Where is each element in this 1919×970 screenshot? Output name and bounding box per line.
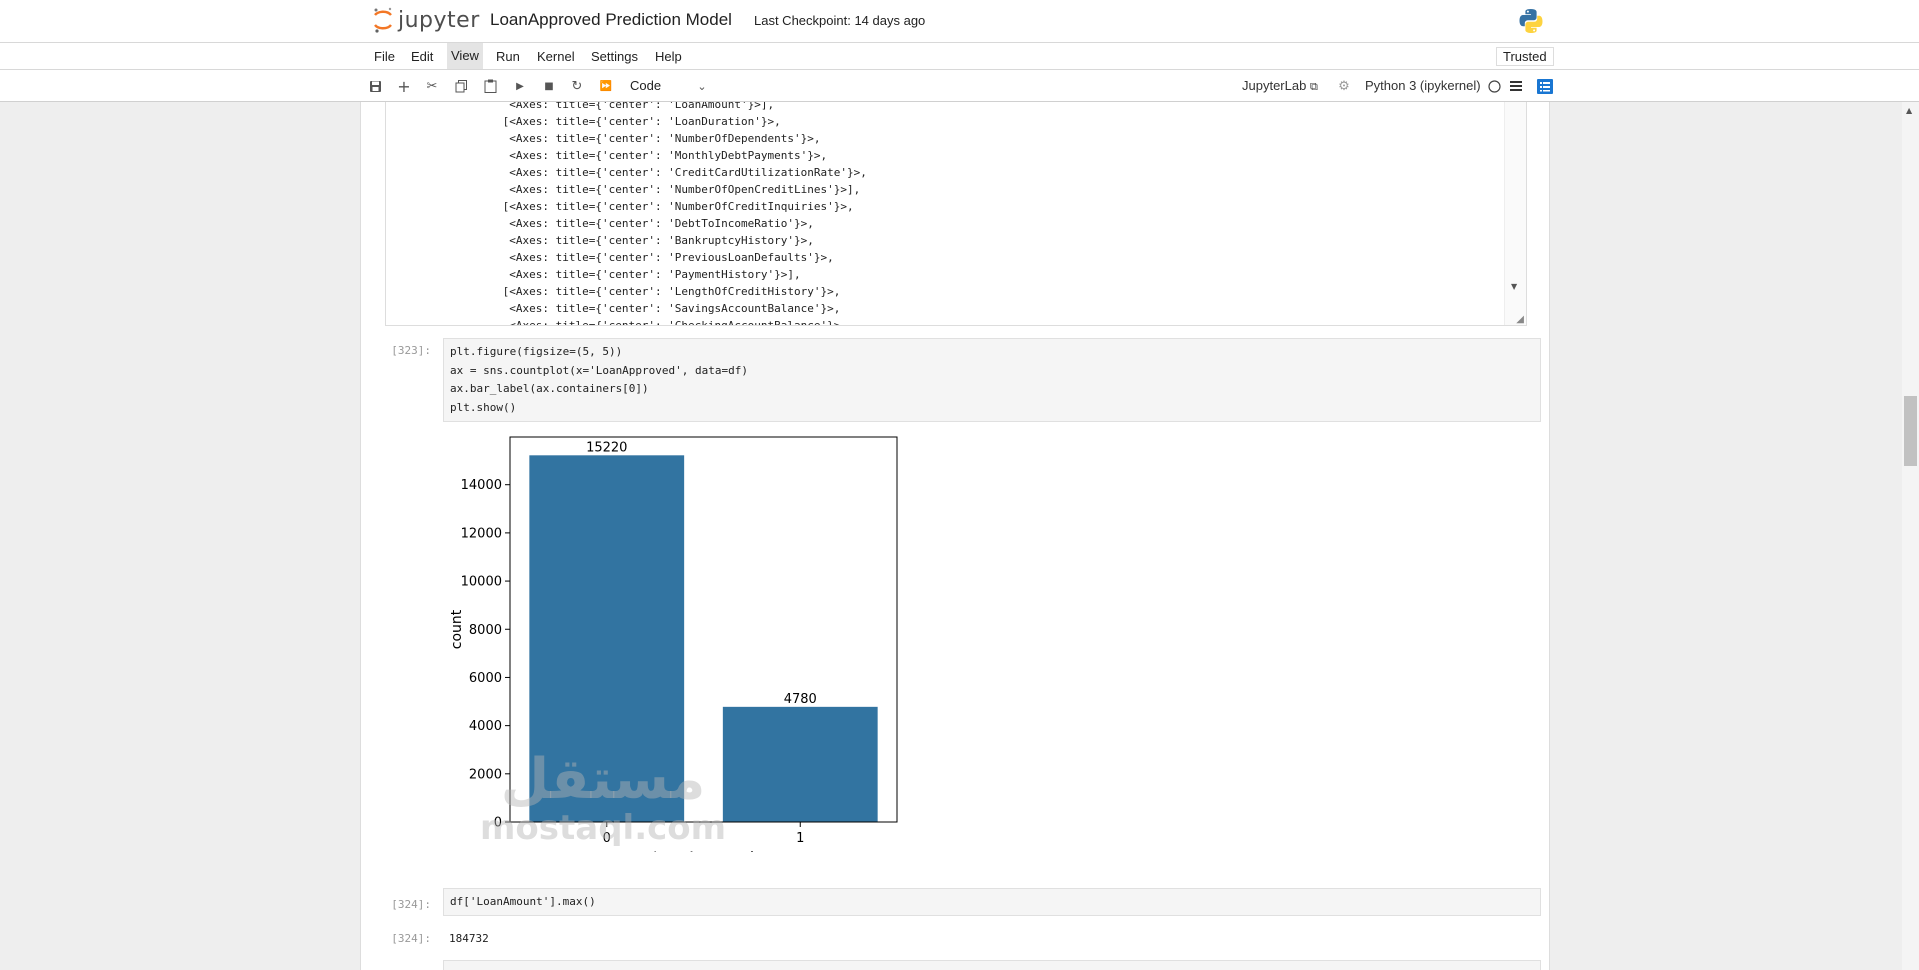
menu-lines-icon[interactable] [1508, 78, 1524, 94]
bar-data-label: 4780 [784, 692, 817, 707]
menu-file[interactable]: File [370, 49, 399, 64]
kernel-status-idle-icon [1486, 78, 1502, 94]
output-line: <Axes: title={'center': 'BankruptcyHisto… [496, 234, 814, 247]
logo-text: jupyter [398, 7, 480, 33]
y-tick-label: 4000 [469, 719, 502, 734]
y-tick-label: 8000 [469, 623, 502, 638]
jupyter-logo-icon [374, 7, 392, 33]
cell-prompt: [324]: [391, 898, 431, 911]
add-cell-icon[interactable]: + [396, 77, 412, 96]
scroll-down-arrow-icon[interactable]: ▼ [1511, 282, 1517, 291]
page-scrollbar[interactable]: ▲ [1902, 102, 1919, 970]
copy-icon[interactable] [453, 78, 469, 94]
menu-bar: File Edit View Run Kernel Settings Help … [0, 42, 1919, 70]
output-scrollbar[interactable]: ▼ [1504, 102, 1526, 325]
scrolled-output[interactable]: <Axes: title={'center': 'LoanAmount'}>],… [385, 102, 1527, 326]
output-line: <Axes: title={'center': 'CheckingAccount… [496, 319, 847, 326]
cell-output: 184732 [449, 932, 489, 945]
resize-handle-icon[interactable]: ◢ [1516, 314, 1524, 325]
chevron-down-icon[interactable]: ⌄ [694, 78, 710, 94]
output-line: [<Axes: title={'center': 'LoanDuration'}… [496, 115, 781, 128]
output-prompt: [324]: [391, 932, 431, 945]
code-cell-next[interactable] [443, 960, 1541, 970]
output-line: <Axes: title={'center': 'MonthlyDebtPaym… [496, 149, 828, 162]
output-line: <Axes: title={'center': 'LoanAmount'}>], [496, 102, 775, 111]
jupyter-logo[interactable]: jupyter [372, 6, 480, 34]
watermark: مستقل mostaql.com [480, 747, 727, 848]
output-line: <Axes: title={'center': 'CreditCardUtili… [496, 166, 867, 179]
output-line: <Axes: title={'center': 'PaymentHistory'… [496, 268, 801, 281]
menu-view[interactable]: View [447, 43, 483, 69]
open-jupyterlab-link[interactable]: JupyterLab ⧉ [1242, 78, 1318, 94]
page-scrollbar-thumb[interactable] [1904, 396, 1917, 466]
paste-icon[interactable] [482, 78, 498, 94]
code-line: plt.figure(figsize=(5, 5)) [450, 345, 623, 358]
menu-settings[interactable]: Settings [587, 49, 642, 64]
code-line: ax.bar_label(ax.containers[0]) [450, 382, 649, 395]
code-cell-323[interactable]: plt.figure(figsize=(5, 5)) ax = sns.coun… [443, 338, 1541, 422]
python-logo-icon [1519, 9, 1543, 33]
stop-icon[interactable]: ■ [541, 78, 557, 94]
watermark-latin: mostaql.com [480, 808, 727, 848]
y-axis-label: count [449, 609, 465, 649]
bar [722, 706, 878, 822]
notebook-toolbar: + ✂ ▶ ■ ↻ ⏩ Code ⌄ JupyterLab ⧉ ⚙ Python… [0, 70, 1919, 102]
output-line: <Axes: title={'center': 'DebtToIncomeRat… [496, 217, 814, 230]
y-tick-label: 10000 [461, 575, 502, 590]
menu-help[interactable]: Help [651, 49, 686, 64]
menu-run[interactable]: Run [492, 49, 524, 64]
code-line: df['LoanAmount'].max() [450, 895, 596, 908]
checkpoint-status: Last Checkpoint: 14 days ago [754, 13, 926, 28]
trusted-indicator[interactable]: Trusted [1496, 47, 1554, 66]
external-link-icon: ⧉ [1309, 81, 1318, 93]
code-cell-324[interactable]: df['LoanAmount'].max() [443, 888, 1541, 916]
kernel-name[interactable]: Python 3 (ipykernel) [1365, 78, 1481, 93]
x-axis-label: LoanApproved [653, 850, 754, 852]
output-line: <Axes: title={'center': 'NumberOfDepende… [496, 132, 821, 145]
output-line: <Axes: title={'center': 'NumberOfOpenCre… [496, 183, 861, 196]
output-text: <Axes: title={'center': 'LoanAmount'}>],… [496, 102, 867, 326]
run-icon[interactable]: ▶ [512, 78, 528, 94]
notebook-title[interactable]: LoanApproved Prediction Model [490, 10, 732, 30]
bar-data-label: 15220 [586, 440, 627, 455]
y-tick-label: 14000 [461, 478, 502, 493]
kernel-settings-icon[interactable]: ⚙ [1336, 78, 1352, 94]
fast-forward-icon[interactable]: ⏩ [598, 78, 614, 94]
y-tick-label: 6000 [469, 671, 502, 686]
save-icon[interactable] [367, 78, 383, 94]
app-header: jupyter LoanApproved Prediction Model La… [0, 0, 1919, 42]
y-tick-label: 12000 [461, 526, 502, 541]
menu-kernel[interactable]: Kernel [533, 49, 579, 64]
output-line: <Axes: title={'center': 'PreviousLoanDef… [496, 251, 834, 264]
output-line: [<Axes: title={'center': 'LengthOfCredit… [496, 285, 841, 298]
code-line: ax = sns.countplot(x='LoanApproved', dat… [450, 363, 749, 377]
jupyterlab-label: JupyterLab [1242, 78, 1307, 93]
output-line: [<Axes: title={'center': 'NumberOfCredit… [496, 200, 854, 213]
table-of-contents-icon[interactable] [1537, 78, 1553, 94]
cut-icon[interactable]: ✂ [424, 78, 440, 94]
output-line: <Axes: title={'center': 'SavingsAccountB… [496, 302, 841, 315]
restart-icon[interactable]: ↻ [569, 78, 585, 94]
menu-edit[interactable]: Edit [407, 49, 437, 64]
scroll-up-arrow-icon[interactable]: ▲ [1906, 106, 1912, 115]
cell-prompt: [323]: [391, 344, 431, 357]
code-line: plt.show() [450, 400, 517, 414]
watermark-arabic: مستقل [500, 747, 706, 812]
x-tick-label: 1 [796, 831, 804, 846]
